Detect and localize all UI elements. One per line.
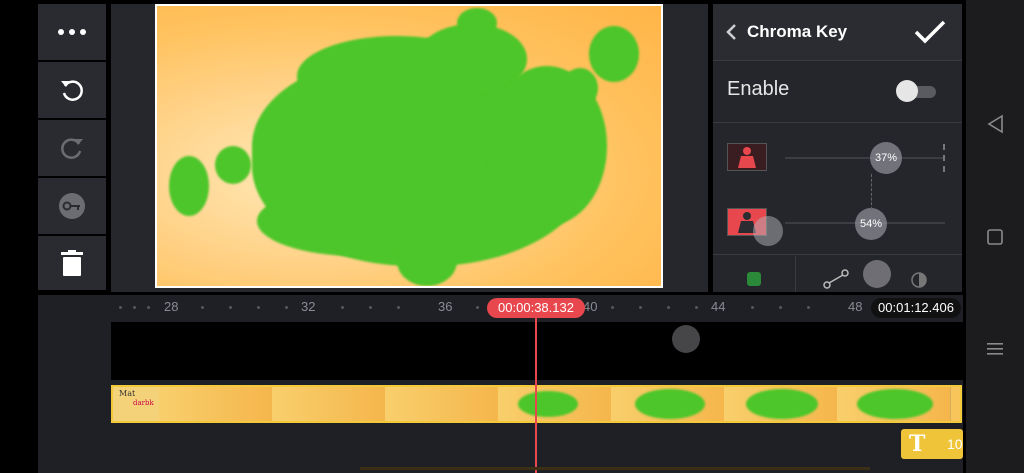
clip-thumbnail (498, 387, 612, 421)
contrast-icon[interactable] (911, 272, 927, 288)
touch-indicator (672, 325, 700, 353)
clip-thumbnail (159, 387, 273, 421)
text-layer-clip[interactable]: T 10 (901, 429, 963, 459)
clip-thumbnail (724, 387, 838, 421)
slider-track-1[interactable] (785, 157, 945, 159)
duration-label: 00:01:12.406 (871, 298, 961, 318)
video-preview[interactable] (155, 4, 663, 288)
audio-track-strip (360, 467, 870, 470)
enable-label: Enable (727, 78, 790, 100)
curve-icon[interactable] (823, 269, 849, 289)
clip-thumbnail (272, 387, 386, 421)
home-square-icon[interactable] (987, 229, 1003, 245)
more-horizontal-icon (58, 29, 86, 35)
more-button[interactable] (38, 4, 106, 60)
slider-thumb-2[interactable]: 54% (855, 208, 887, 240)
undo-icon (61, 80, 83, 101)
ruler-tick: 32 (301, 299, 316, 314)
enable-toggle[interactable] (896, 80, 938, 102)
clip-thumbnail (837, 387, 951, 421)
keyframe-icon (59, 193, 85, 219)
touch-indicator (753, 216, 783, 246)
panel-header: Chroma Key (713, 4, 962, 60)
current-time-label: 00:00:38.132 (487, 298, 585, 318)
clip-thumbnail (385, 387, 499, 421)
slider-thumb-1[interactable]: 37% (870, 142, 902, 174)
ruler-tick: 40 (583, 299, 598, 314)
undo-button[interactable] (38, 62, 106, 118)
ruler-tick: 36 (438, 299, 453, 314)
thumb-text: darbk (133, 399, 154, 407)
clip-thumbnail (611, 387, 725, 421)
playhead[interactable] (535, 312, 537, 473)
slider-end-marker-1 (943, 144, 947, 172)
main-track[interactable] (111, 322, 963, 380)
chroma-key-panel: Chroma Key Enable 37% 54% (713, 4, 962, 292)
ruler-tick: 44 (711, 299, 726, 314)
key-color-swatch[interactable] (727, 143, 767, 171)
text-layer-label: 10 (947, 436, 963, 452)
system-nav-bar (966, 0, 1024, 473)
ruler-tick: 28 (164, 299, 179, 314)
slider-link-line (871, 174, 873, 210)
redo-button[interactable] (38, 120, 106, 176)
person-silhouette-icon (738, 147, 756, 168)
text-layer-icon: T (909, 431, 926, 457)
delete-button[interactable] (38, 236, 106, 290)
back-chevron-icon[interactable] (725, 23, 737, 41)
thumb-text: Mat (119, 389, 136, 398)
green-screen-icon[interactable] (747, 272, 761, 286)
clip-thumbnail: Mat darbk (113, 387, 160, 421)
back-triangle-icon[interactable] (986, 114, 1004, 134)
recents-menu-icon[interactable] (987, 342, 1003, 356)
trash-icon (61, 250, 83, 276)
redo-icon (61, 138, 83, 159)
confirm-check-icon[interactable] (914, 19, 946, 45)
keyframe-button[interactable] (38, 178, 106, 234)
panel-title: Chroma Key (747, 22, 848, 41)
touch-indicator (863, 260, 891, 288)
ruler-tick: 48 (848, 299, 863, 314)
